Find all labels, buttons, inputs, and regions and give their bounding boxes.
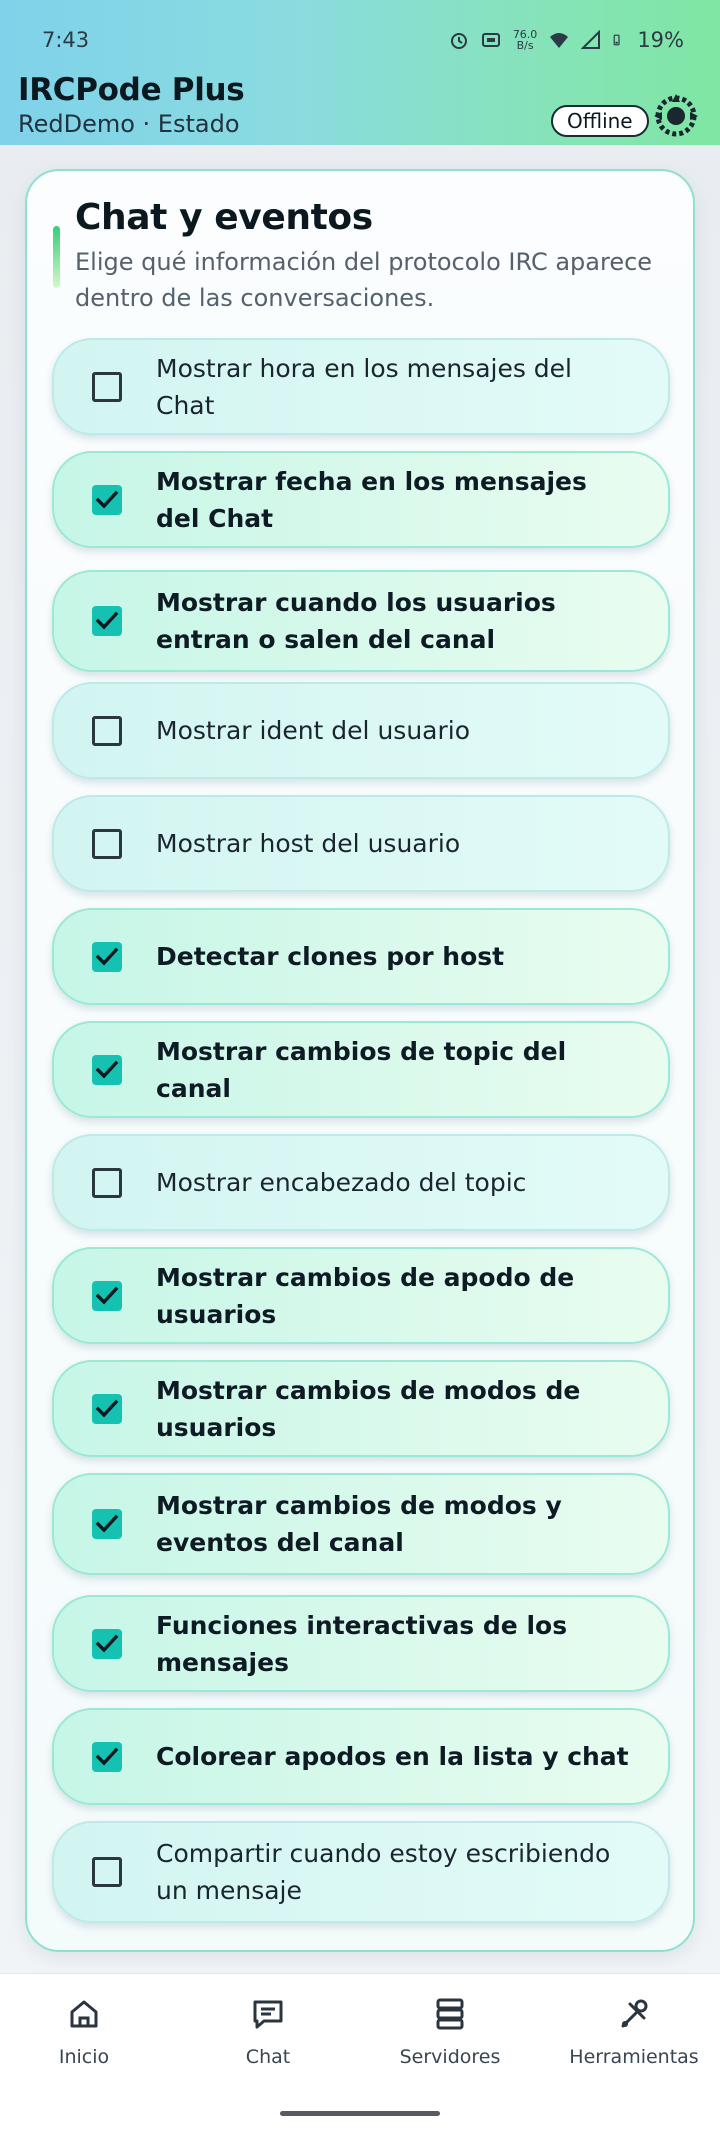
option-item[interactable]: Mostrar hora en los mensajes del Chat	[52, 338, 670, 435]
checkbox-checked[interactable]	[92, 484, 122, 515]
status-icons: 76.0 B/s 19%	[449, 28, 684, 52]
option-label: Colorear apodos en la lista y chat	[156, 1742, 629, 1771]
option-label: Mostrar host del usuario	[156, 829, 461, 858]
checkbox-checked[interactable]	[92, 1509, 122, 1539]
checkbox-checked[interactable]	[92, 606, 122, 636]
option-label: Mostrar fecha en los mensajes del Chat	[156, 466, 587, 533]
checkmark-icon	[95, 1060, 119, 1078]
bottom-nav: Inicio Chat Servidores Herramientas	[0, 1973, 720, 2129]
option-item[interactable]: Funciones interactivas de los mensajes	[52, 1595, 670, 1692]
option-item[interactable]: Mostrar ident del usuario	[52, 682, 670, 779]
net-speed: 76.0 B/s	[512, 28, 538, 52]
option-label: Compartir cuando estoy escribiendo un me…	[156, 1839, 611, 1905]
option-item[interactable]: Mostrar cambios de modos y eventos del c…	[52, 1473, 670, 1575]
option-item[interactable]: Colorear apodos en la lista y chat	[52, 1708, 670, 1805]
checkbox-unchecked[interactable]	[92, 1167, 122, 1198]
battery-percent: 19%	[637, 28, 684, 52]
checkbox-checked[interactable]	[92, 1280, 122, 1311]
chat-events-card: Chat y eventos Elige qué información del…	[25, 169, 695, 1952]
option-item[interactable]: Compartir cuando estoy escribiendo un me…	[52, 1821, 670, 1923]
app-title: IRCPode Plus	[18, 72, 245, 108]
signal-icon	[581, 30, 601, 49]
option-item[interactable]: Mostrar encabezado del topic	[52, 1134, 670, 1231]
checkmark-icon	[95, 611, 119, 630]
option-label: Mostrar encabezado del topic	[156, 1168, 527, 1197]
checkmark-icon	[95, 1286, 119, 1304]
nav-label-herramientas: Herramientas	[569, 2046, 699, 2068]
option-label: Funciones interactivas de los mensajes	[156, 1610, 568, 1677]
checkbox-checked[interactable]	[92, 1054, 122, 1085]
checkmark-icon	[95, 1514, 119, 1533]
nav-item-servidores[interactable]: Servidores	[360, 1996, 540, 2068]
checkbox-checked[interactable]	[92, 941, 122, 972]
section-description: Elige qué información del protocolo IRC …	[75, 248, 653, 312]
nav-label-servidores: Servidores	[399, 2046, 501, 2068]
option-label: Mostrar hora en los mensajes del Chat	[156, 353, 573, 420]
option-item[interactable]: Mostrar fecha en los mensajes del Chat	[52, 451, 670, 548]
app-header-background: 7:43 76.0 B/s 19% IRCPode Plus RedDemo · …	[0, 0, 720, 145]
section-accent-bar	[53, 226, 60, 288]
alarm-icon	[450, 33, 467, 49]
chat-icon	[253, 2000, 283, 2029]
checkbox-unchecked[interactable]	[92, 715, 122, 746]
checkmark-icon	[95, 1399, 119, 1417]
option-label: Mostrar cambios de modos y eventos del c…	[156, 1491, 562, 1557]
option-label: Mostrar cambios de modos de usuarios	[156, 1375, 581, 1442]
section-title: Chat y eventos	[75, 197, 373, 238]
nav-item-herramientas[interactable]: Herramientas	[544, 1996, 720, 2068]
nav-item-inicio[interactable]: Inicio	[0, 1996, 174, 2068]
checkbox-checked[interactable]	[92, 1741, 122, 1772]
option-item[interactable]: Mostrar cambios de modos de usuarios	[52, 1360, 670, 1457]
option-label: Mostrar ident del usuario	[156, 716, 471, 745]
nav-item-chat[interactable]: Chat	[178, 1996, 358, 2068]
checkmark-icon	[95, 490, 119, 508]
option-item[interactable]: Detectar clones por host	[52, 908, 670, 1005]
option-label: Mostrar cambios de apodo de usuarios	[156, 1262, 575, 1329]
app-header: IRCPode Plus RedDemo · Estado Offline	[0, 72, 720, 142]
option-label: Detectar clones por host	[156, 942, 505, 971]
home-icon	[70, 2000, 98, 2028]
option-item[interactable]: Mostrar cuando los usuarios entran o sal…	[52, 570, 670, 672]
option-item[interactable]: Mostrar host del usuario	[52, 795, 670, 892]
option-item[interactable]: Mostrar cambios de apodo de usuarios	[52, 1247, 670, 1344]
checkbox-unchecked[interactable]	[92, 371, 122, 402]
status-badge[interactable]: Offline	[551, 105, 649, 137]
server-icon	[436, 1998, 464, 2030]
checkmark-icon	[95, 1747, 119, 1765]
nav-label-inicio: Inicio	[58, 2046, 110, 2068]
tools-icon	[621, 1999, 648, 2028]
dragon-logo-icon[interactable]	[652, 92, 700, 140]
settings-content[interactable]: Chat y eventos Elige qué información del…	[0, 145, 720, 1973]
checkmark-icon	[95, 947, 119, 965]
wifi-icon	[550, 33, 569, 48]
option-item[interactable]: Mostrar cambios de topic del canal	[52, 1021, 670, 1118]
checkbox-checked[interactable]	[92, 1393, 122, 1424]
battery-icon	[613, 34, 620, 46]
checkbox-unchecked[interactable]	[92, 828, 122, 859]
app-subtitle: RedDemo · Estado	[18, 110, 240, 138]
checkbox-checked[interactable]	[92, 1628, 122, 1659]
option-label: Mostrar cambios de topic del canal	[156, 1036, 567, 1103]
nfc-icon	[481, 33, 500, 47]
checkbox-unchecked[interactable]	[92, 1857, 122, 1887]
option-label: Mostrar cuando los usuarios entran o sal…	[156, 588, 556, 654]
status-bar: 7:43 76.0 B/s 19%	[0, 0, 720, 80]
nav-label-chat: Chat	[245, 2046, 291, 2068]
checkmark-icon	[95, 1634, 119, 1652]
status-time: 7:43	[42, 28, 90, 52]
home-indicator[interactable]	[280, 2111, 440, 2116]
